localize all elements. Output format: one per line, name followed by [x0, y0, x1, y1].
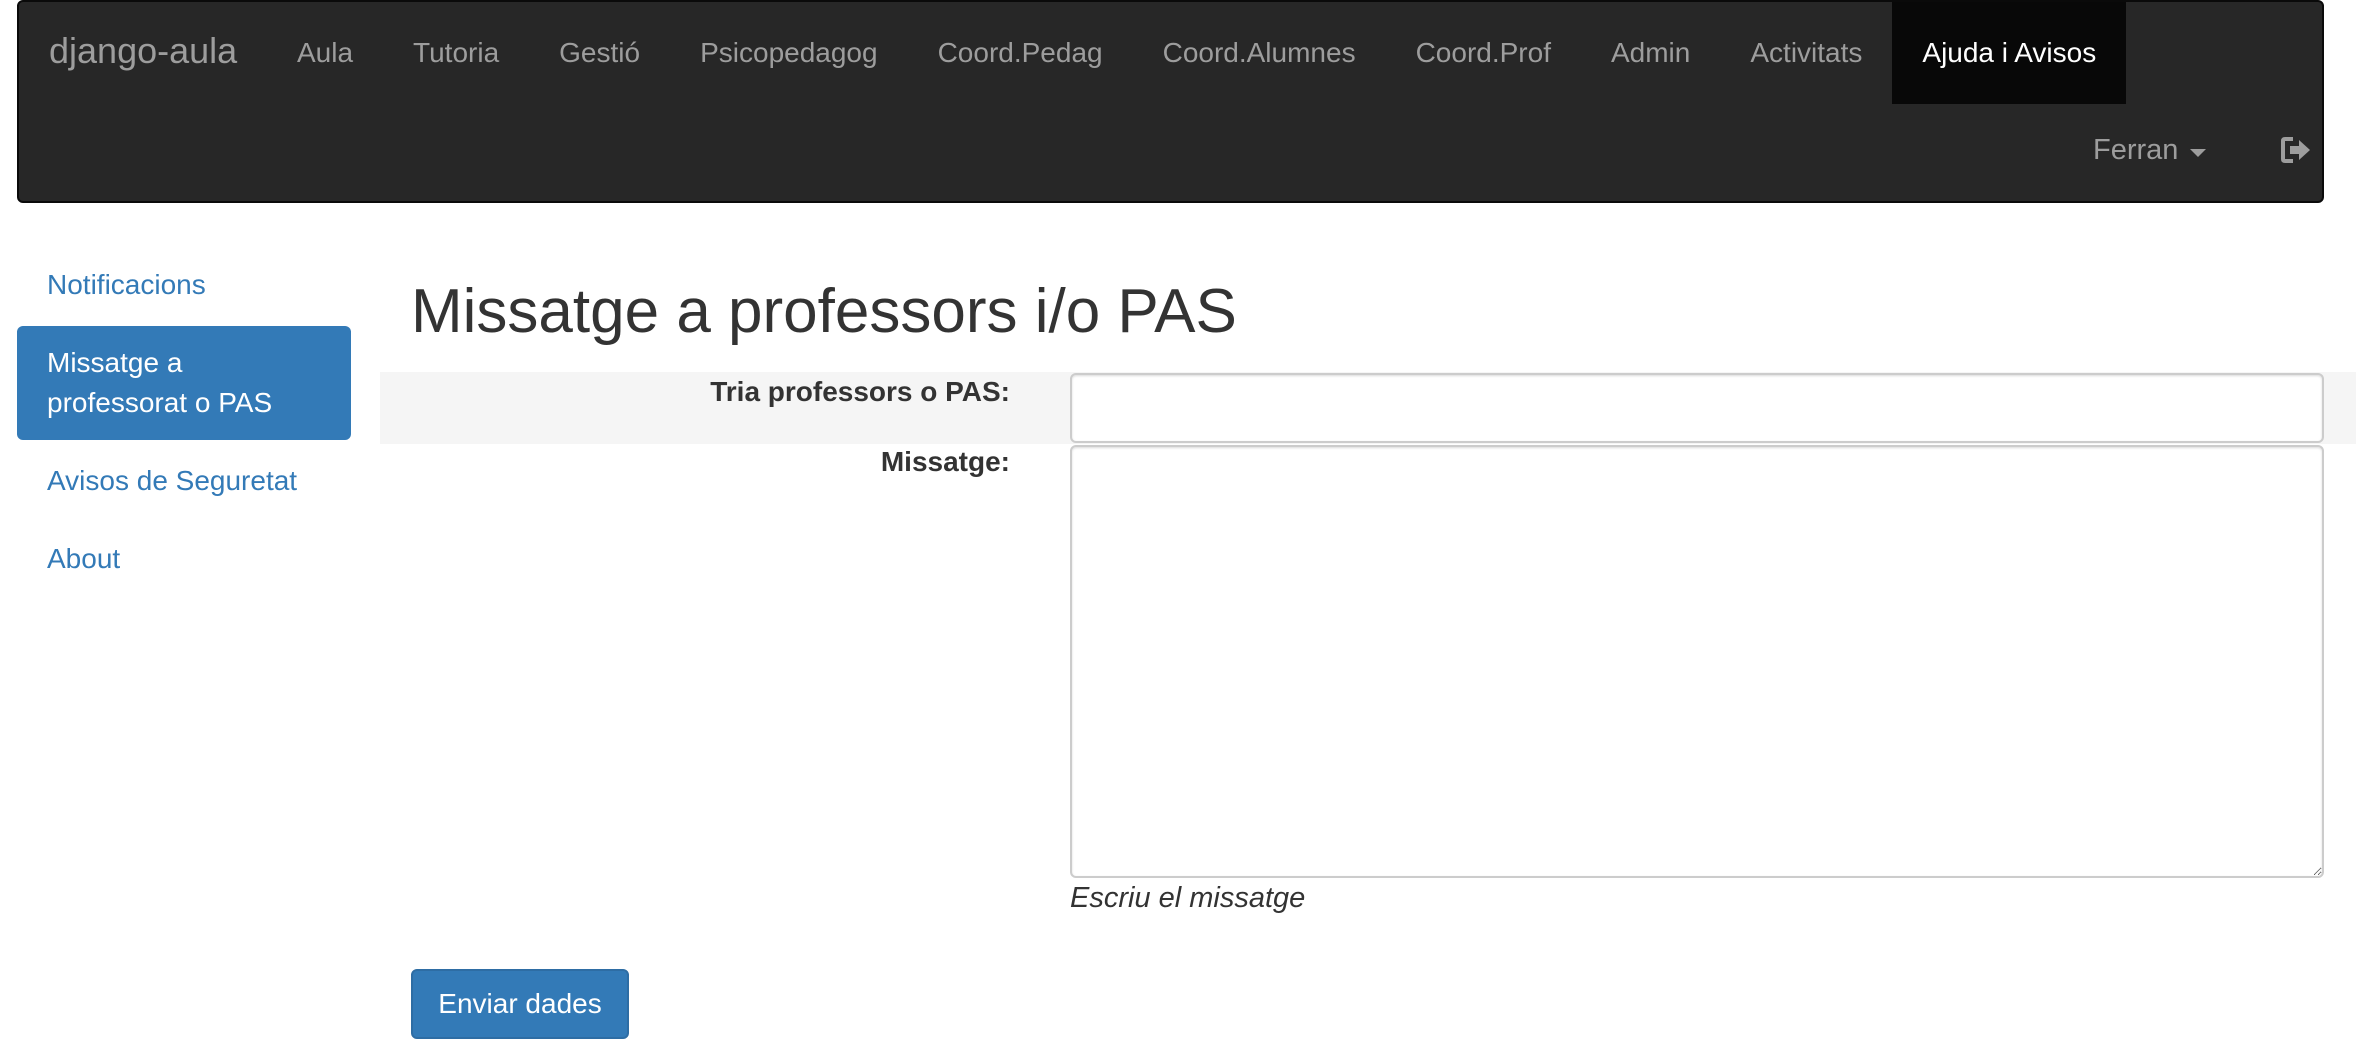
message-label: Missatge:	[880, 446, 1010, 477]
page-title: Missatge a professors i/o PAS	[411, 277, 1237, 346]
user-dropdown[interactable]: Ferran	[2093, 134, 2207, 167]
nav-item-activitats[interactable]: Activitats	[1720, 2, 1892, 104]
nav-item-admin[interactable]: Admin	[1581, 2, 1720, 104]
nav-item-ajuda-avisos[interactable]: Ajuda i Avisos	[1892, 2, 2127, 104]
nav-item-coord-prof[interactable]: Coord.Prof	[1386, 2, 1581, 104]
sidebar-item-notificacions[interactable]: Notificacions	[17, 248, 351, 322]
brand-link[interactable]: django-aula	[49, 30, 237, 72]
user-name: Ferran	[2093, 134, 2179, 166]
nav-item-tutoria[interactable]: Tutoria	[383, 2, 529, 104]
nav-item-aula[interactable]: Aula	[267, 2, 383, 104]
message-help-text: Escriu el missatge	[1070, 882, 1306, 914]
nav-item-psicopedagog[interactable]: Psicopedagog	[670, 2, 907, 104]
nav-item-gestio[interactable]: Gestió	[529, 2, 670, 104]
recipients-label: Tria professors o PAS:	[710, 376, 1010, 407]
sidebar-item-missatge[interactable]: Missatge a professorat o PAS	[17, 326, 351, 440]
sign-out-icon[interactable]	[2281, 136, 2311, 169]
nav-item-coord-alumnes[interactable]: Coord.Alumnes	[1133, 2, 1386, 104]
sidebar-item-about[interactable]: About	[17, 522, 351, 596]
recipients-input[interactable]	[1070, 373, 2324, 443]
top-navbar: django-aula Aula Tutoria Gestió Psicoped…	[17, 0, 2324, 203]
main-nav: Aula Tutoria Gestió Psicopedagog Coord.P…	[267, 2, 2127, 104]
message-textarea[interactable]	[1070, 445, 2324, 878]
submit-button[interactable]: Enviar dades	[411, 969, 629, 1039]
sidebar-nav: Notificacions Missatge a professorat o P…	[17, 248, 351, 600]
nav-item-coord-pedag[interactable]: Coord.Pedag	[908, 2, 1133, 104]
caret-down-icon	[2190, 148, 2207, 157]
sidebar-item-avisos-seguretat[interactable]: Avisos de Seguretat	[17, 444, 351, 518]
